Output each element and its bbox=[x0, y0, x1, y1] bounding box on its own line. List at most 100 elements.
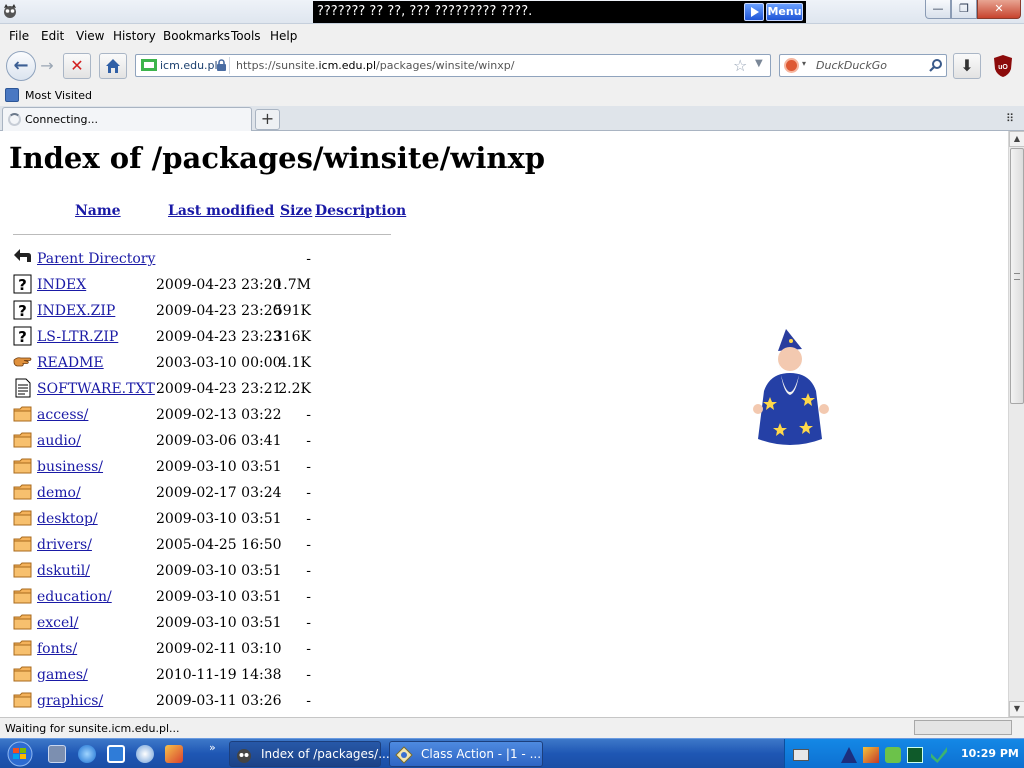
column-header-size[interactable]: Size bbox=[280, 203, 312, 219]
search-bar[interactable]: ▾ DuckDuckGo bbox=[779, 54, 947, 77]
file-link[interactable]: INDEX bbox=[37, 277, 86, 293]
file-link[interactable]: LS-LTR.ZIP bbox=[37, 329, 118, 345]
file-link[interactable]: drivers/ bbox=[37, 537, 92, 553]
file-link[interactable]: README bbox=[37, 355, 104, 371]
paint-icon[interactable] bbox=[165, 745, 183, 763]
file-link[interactable]: dskutil/ bbox=[37, 563, 90, 579]
app-icon[interactable] bbox=[2, 3, 18, 19]
overlay-menu-button[interactable]: Menu bbox=[766, 3, 803, 21]
file-link[interactable]: access/ bbox=[37, 407, 88, 423]
minimize-button[interactable]: — bbox=[925, 0, 951, 19]
search-engine-dropdown-icon[interactable]: ▾ bbox=[802, 59, 806, 68]
header-divider bbox=[13, 234, 391, 235]
table-row: business/2009-03-10 03:51- bbox=[0, 455, 400, 481]
play-icon[interactable] bbox=[744, 3, 764, 21]
table-row: ? INDEX 2009-04-23 23:20 1.7M bbox=[0, 273, 400, 299]
file-size: - bbox=[306, 485, 311, 501]
windows-explorer-icon[interactable] bbox=[107, 745, 125, 763]
show-desktop-icon[interactable] bbox=[48, 745, 66, 763]
internet-explorer-icon[interactable] bbox=[78, 745, 96, 763]
table-row: education/2009-03-10 03:51- bbox=[0, 585, 400, 611]
svg-text:?: ? bbox=[18, 302, 27, 320]
file-link[interactable]: fonts/ bbox=[37, 641, 77, 657]
network-tray-icon[interactable] bbox=[885, 747, 901, 763]
taskbar-clock[interactable]: 10:29 PM bbox=[961, 747, 1019, 760]
table-row: SOFTWARE.TXT 2009-04-23 23:21 2.2K bbox=[0, 377, 400, 403]
menu-bar: File Edit View History Bookmarks Tools H… bbox=[0, 24, 1024, 48]
menu-file[interactable]: File bbox=[9, 29, 29, 43]
ublock-icon[interactable]: uO bbox=[992, 54, 1014, 78]
file-link[interactable]: games/ bbox=[37, 667, 88, 683]
checkmark-tray-icon[interactable] bbox=[931, 747, 947, 763]
back-icon bbox=[13, 248, 33, 268]
url-path: /packages/winsite/winxp/ bbox=[376, 59, 515, 72]
menu-tools[interactable]: Tools bbox=[231, 29, 261, 43]
menu-history[interactable]: History bbox=[113, 29, 156, 43]
bookmark-most-visited[interactable]: Most Visited bbox=[25, 89, 92, 102]
forward-button[interactable]: → bbox=[36, 56, 58, 76]
search-input[interactable]: DuckDuckGo bbox=[816, 59, 887, 72]
file-link[interactable]: graphics/ bbox=[37, 693, 103, 709]
folder-icon bbox=[13, 534, 33, 554]
menu-view[interactable]: View bbox=[76, 29, 104, 43]
downloads-button[interactable]: ⬇ bbox=[953, 53, 981, 79]
scroll-down-button[interactable]: ▼ bbox=[1009, 701, 1024, 717]
scroll-grip-icon bbox=[1014, 273, 1020, 280]
file-link[interactable]: desktop/ bbox=[37, 511, 98, 527]
site-identity-button[interactable]: icm.edu.pl bbox=[138, 57, 230, 74]
home-button[interactable] bbox=[99, 53, 127, 79]
start-button[interactable] bbox=[4, 741, 36, 767]
taskbar-button-classaction[interactable]: Class Action - |1 - ... bbox=[389, 741, 543, 767]
scroll-thumb[interactable] bbox=[1010, 148, 1024, 404]
file-link[interactable]: education/ bbox=[37, 589, 112, 605]
back-button[interactable]: ← bbox=[6, 51, 36, 81]
file-size: - bbox=[306, 407, 311, 423]
folder-icon bbox=[13, 508, 33, 528]
tab-current[interactable]: Connecting... bbox=[2, 107, 252, 131]
bookmark-star-icon[interactable]: ☆ bbox=[733, 56, 747, 75]
file-size: - bbox=[306, 511, 311, 527]
wizard-tray-icon[interactable] bbox=[841, 747, 857, 763]
page-scrollbar[interactable]: ▲ ▼ bbox=[1008, 131, 1024, 717]
url-history-dropdown-icon[interactable]: ▼ bbox=[755, 58, 763, 69]
table-row: graphics/2009-03-11 03:26- bbox=[0, 689, 400, 715]
media-player-icon[interactable] bbox=[136, 745, 154, 763]
close-button[interactable]: ✕ bbox=[977, 0, 1021, 19]
taskbar-label-classaction: Class Action - |1 - ... bbox=[421, 747, 542, 761]
table-row: ? LS-LTR.ZIP 2009-04-23 23:23 316K bbox=[0, 325, 400, 351]
tab-list-icon[interactable]: ⠿ bbox=[1006, 112, 1014, 125]
title-overlay-bar: ??????? ?? ??, ??? ????????? ????. Menu bbox=[313, 1, 806, 23]
column-header-description[interactable]: Description bbox=[315, 203, 406, 219]
menu-bookmarks[interactable]: Bookmarks bbox=[163, 29, 230, 43]
column-header-last-modified[interactable]: Last modified bbox=[168, 203, 274, 219]
folder-icon bbox=[13, 560, 33, 580]
file-link[interactable]: Parent Directory bbox=[37, 251, 155, 267]
terminal-tray-icon[interactable] bbox=[907, 747, 923, 763]
file-link[interactable]: business/ bbox=[37, 459, 103, 475]
scroll-up-button[interactable]: ▲ bbox=[1009, 131, 1024, 147]
menu-help[interactable]: Help bbox=[270, 29, 297, 43]
file-link[interactable]: audio/ bbox=[37, 433, 81, 449]
taskbar-button-firefox[interactable]: Index of /packages/... bbox=[229, 741, 390, 767]
wizard-mascot-image bbox=[753, 329, 829, 445]
paint-tray-icon[interactable] bbox=[863, 747, 879, 763]
bookmarks-toolbar: Most Visited bbox=[0, 84, 1024, 106]
home-icon bbox=[106, 59, 120, 73]
file-link[interactable]: SOFTWARE.TXT bbox=[37, 381, 155, 397]
new-tab-button[interactable]: + bbox=[255, 109, 280, 130]
stop-button[interactable]: ✕ bbox=[63, 53, 91, 79]
column-header-name[interactable]: Name bbox=[75, 203, 121, 219]
menu-edit[interactable]: Edit bbox=[41, 29, 64, 43]
status-bar: Waiting for sunsite.icm.edu.pl... bbox=[0, 717, 1024, 738]
file-link[interactable]: INDEX.ZIP bbox=[37, 303, 115, 319]
file-link[interactable]: demo/ bbox=[37, 485, 81, 501]
keyboard-icon[interactable] bbox=[793, 749, 809, 761]
file-size: - bbox=[306, 667, 311, 683]
quicklaunch-chevron-icon[interactable]: » bbox=[209, 741, 216, 754]
url-bar[interactable]: icm.edu.pl https://sunsite.icm.edu.pl/pa… bbox=[135, 54, 771, 77]
duckduckgo-icon[interactable] bbox=[784, 58, 799, 73]
url-text[interactable]: https://sunsite.icm.edu.pl/packages/wins… bbox=[236, 59, 514, 72]
file-link[interactable]: excel/ bbox=[37, 615, 79, 631]
maximize-button[interactable]: ❐ bbox=[951, 0, 977, 19]
search-icon[interactable] bbox=[929, 58, 943, 72]
